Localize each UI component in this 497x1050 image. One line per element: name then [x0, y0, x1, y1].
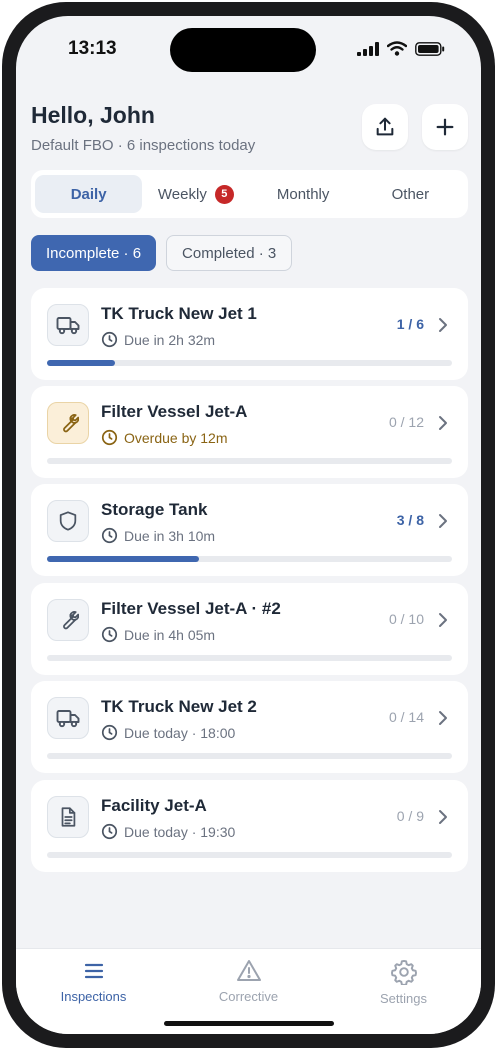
phone-frame: 13:13 Hello, John Default FBO · 6 inspec	[2, 2, 495, 1048]
greeting-subtitle: Default FBO · 6 inspections today	[31, 137, 256, 154]
tabbar-inspections-label: Inspections	[60, 989, 127, 1004]
tab-other-label: Other	[391, 185, 430, 203]
gear-icon	[390, 959, 417, 985]
document-icon	[47, 796, 89, 838]
inspection-due: Due in 2h 32m	[101, 331, 215, 348]
signal-icon	[357, 41, 379, 56]
inspection-title: Filter Vessel Jet-A	[101, 402, 248, 421]
progress-bar	[47, 655, 452, 661]
filter-incomplete[interactable]: Incomplete · 6	[31, 235, 157, 271]
tabbar-settings-label: Settings	[380, 991, 427, 1006]
inspection-due-text: Due in 2h 32m	[124, 331, 216, 348]
inspection-count: 0 / 12	[388, 414, 424, 430]
inspection-title: Facility Jet-A	[101, 796, 207, 815]
shield-icon	[47, 500, 89, 542]
wifi-icon	[387, 41, 407, 56]
upload-button[interactable]	[362, 104, 408, 150]
weekly-count-badge: 5	[214, 184, 234, 204]
greeting-title: Hello, John	[31, 102, 155, 128]
tab-weekly[interactable]: Weekly 5	[142, 175, 249, 213]
add-button[interactable]	[422, 104, 468, 150]
inspection-due: Due in 3h 10m	[101, 527, 215, 544]
clock-icon	[101, 724, 118, 741]
tabbar-corrective-label: Corrective	[218, 989, 279, 1004]
clock-icon	[101, 429, 118, 446]
status-time: 13:13	[68, 38, 117, 59]
inspection-due-text: Due in 3h 10m	[124, 527, 216, 544]
inspection-count: 3 / 8	[396, 512, 424, 528]
chevron-right-icon	[439, 514, 447, 528]
progress-bar	[47, 852, 452, 858]
inspection-due-text: Overdue by 12m	[124, 429, 228, 446]
wrench-icon	[47, 599, 89, 641]
inspection-card[interactable]: Filter Vessel Jet-A Overdue by 12m 0 / 12	[31, 386, 468, 478]
greeting-block: Hello, John Default FBO · 6 inspections …	[31, 102, 255, 154]
home-indicator	[164, 1021, 334, 1026]
clock-icon	[101, 331, 118, 348]
status-icons	[357, 41, 445, 56]
chevron-right-icon	[439, 810, 447, 824]
tabbar-inspections[interactable]: Inspections	[16, 949, 171, 1034]
progress-bar	[47, 360, 452, 366]
truck-icon	[47, 304, 89, 346]
chevron-right-icon	[439, 416, 447, 430]
truck-icon	[47, 697, 89, 739]
tab-weekly-label: Weekly	[157, 185, 207, 203]
clock-icon	[101, 527, 118, 544]
inspection-due-text: Due today · 19:30	[124, 823, 236, 840]
inspection-due: Overdue by 12m	[101, 429, 228, 446]
upload-icon	[376, 117, 394, 136]
tab-daily[interactable]: Daily	[35, 175, 143, 213]
inspection-title: Filter Vessel Jet-A · #2	[101, 599, 281, 618]
inspection-due: Due in 4h 05m	[101, 626, 215, 643]
inspection-title: TK Truck New Jet 1	[101, 304, 257, 323]
clock-icon	[101, 823, 118, 840]
inspection-count: 0 / 10	[388, 611, 424, 627]
plus-icon	[436, 118, 454, 136]
dynamic-island	[170, 28, 316, 72]
period-tabs: Daily Weekly 5 Monthly Other	[31, 170, 468, 218]
progress-fill	[47, 360, 115, 366]
tabbar-settings[interactable]: Settings	[326, 949, 481, 1034]
progress-fill	[47, 556, 199, 562]
progress-bar	[47, 556, 452, 562]
inspection-title: TK Truck New Jet 2	[101, 697, 257, 716]
status-filter: Incomplete · 6 Completed · 3	[31, 235, 293, 271]
wrench-icon	[47, 402, 89, 444]
bottom-tab-bar: Inspections Corrective Settings	[16, 948, 481, 1034]
inspection-card[interactable]: Storage Tank Due in 3h 10m 3 / 8	[31, 484, 468, 576]
chevron-right-icon	[439, 613, 447, 627]
tab-monthly[interactable]: Monthly	[250, 175, 357, 213]
battery-icon	[415, 41, 445, 56]
inspection-card[interactable]: TK Truck New Jet 1 Due in 2h 32m 1 / 6	[31, 288, 468, 380]
tab-daily-label: Daily	[70, 185, 107, 203]
inspection-count: 0 / 14	[388, 709, 424, 725]
inspection-card[interactable]: Facility Jet-A Due today · 19:30 0 / 9	[31, 780, 468, 872]
progress-bar	[47, 753, 452, 759]
inspection-card[interactable]: Filter Vessel Jet-A · #2 Due in 4h 05m 0 /…	[31, 583, 468, 675]
filter-completed[interactable]: Completed · 3	[166, 235, 293, 271]
list-icon	[84, 963, 103, 979]
inspection-count: 0 / 9	[396, 808, 424, 824]
progress-bar	[47, 458, 452, 464]
inspection-count: 1 / 6	[396, 316, 424, 332]
inspection-card[interactable]: TK Truck New Jet 2 Due today · 18:00 0 / 1…	[31, 681, 468, 773]
inspection-title: Storage Tank	[101, 500, 208, 519]
clock-icon	[101, 626, 118, 643]
chevron-right-icon	[439, 318, 447, 332]
inspection-due: Due today · 18:00	[101, 724, 235, 741]
chevron-right-icon	[439, 711, 447, 725]
tab-monthly-label: Monthly	[276, 185, 330, 203]
inspection-due: Due today · 19:30	[101, 823, 235, 840]
tab-other[interactable]: Other	[357, 175, 464, 213]
warning-icon	[236, 960, 261, 981]
screen: 13:13 Hello, John Default FBO · 6 inspec	[16, 16, 481, 1034]
inspection-due-text: Due in 4h 05m	[124, 626, 216, 643]
inspection-due-text: Due today · 18:00	[124, 724, 236, 741]
